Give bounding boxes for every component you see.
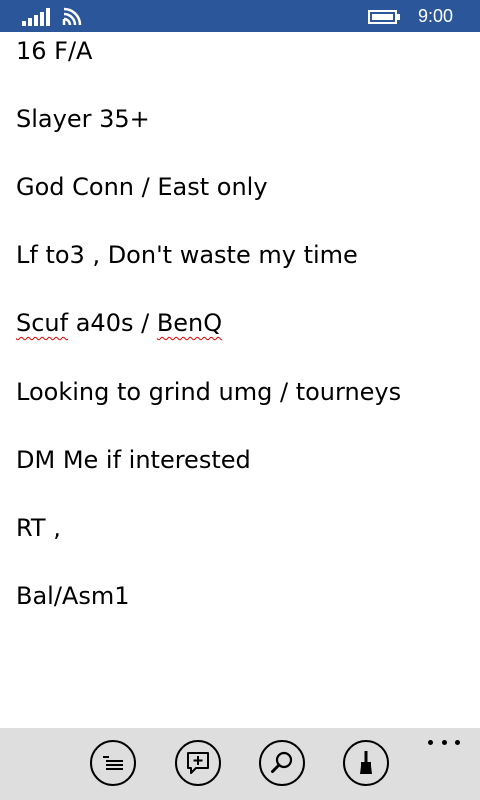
note-line-2[interactable]: Slayer 35+ <box>16 104 150 134</box>
status-bar: 9:00 <box>0 0 480 32</box>
note-line-9[interactable]: Bal/Asm1 <box>16 581 130 611</box>
note-line-4[interactable]: Lf to3 , Don't waste my time <box>16 240 358 270</box>
note-line-5-middle: a40s / <box>68 309 157 337</box>
app-bar <box>0 728 480 800</box>
list-icon <box>103 756 123 770</box>
status-clock: 9:00 <box>418 6 454 26</box>
comment-add-icon <box>187 752 209 774</box>
note-line-1[interactable]: 16 F/A <box>16 36 92 66</box>
note-line-3[interactable]: God Conn / East only <box>16 172 268 202</box>
format-brush-button[interactable] <box>343 740 389 786</box>
signal-strength-icon <box>22 8 50 26</box>
wifi-icon <box>62 7 82 26</box>
search-icon <box>271 751 293 773</box>
misspelled-word-scuf[interactable]: Scuf <box>16 309 68 337</box>
note-editor[interactable]: 16 F/A Slayer 35+ God Conn / East only L… <box>0 32 480 728</box>
more-ellipsis-icon <box>455 739 460 745</box>
brush-icon <box>360 751 372 774</box>
list-button[interactable] <box>90 740 136 786</box>
note-line-6[interactable]: Looking to grind umg / tourneys <box>16 377 401 407</box>
search-button[interactable] <box>259 740 305 786</box>
more-options-button[interactable] <box>428 732 460 752</box>
note-line-5[interactable]: Scuf a40s / BenQ <box>16 308 222 338</box>
add-comment-button[interactable] <box>175 740 221 786</box>
note-line-8[interactable]: RT , <box>16 513 61 543</box>
more-ellipsis-icon <box>428 739 433 745</box>
more-ellipsis-icon <box>441 739 447 745</box>
misspelled-word-benq[interactable]: BenQ <box>157 309 222 337</box>
note-line-7[interactable]: DM Me if interested <box>16 445 251 475</box>
battery-icon <box>368 10 400 24</box>
